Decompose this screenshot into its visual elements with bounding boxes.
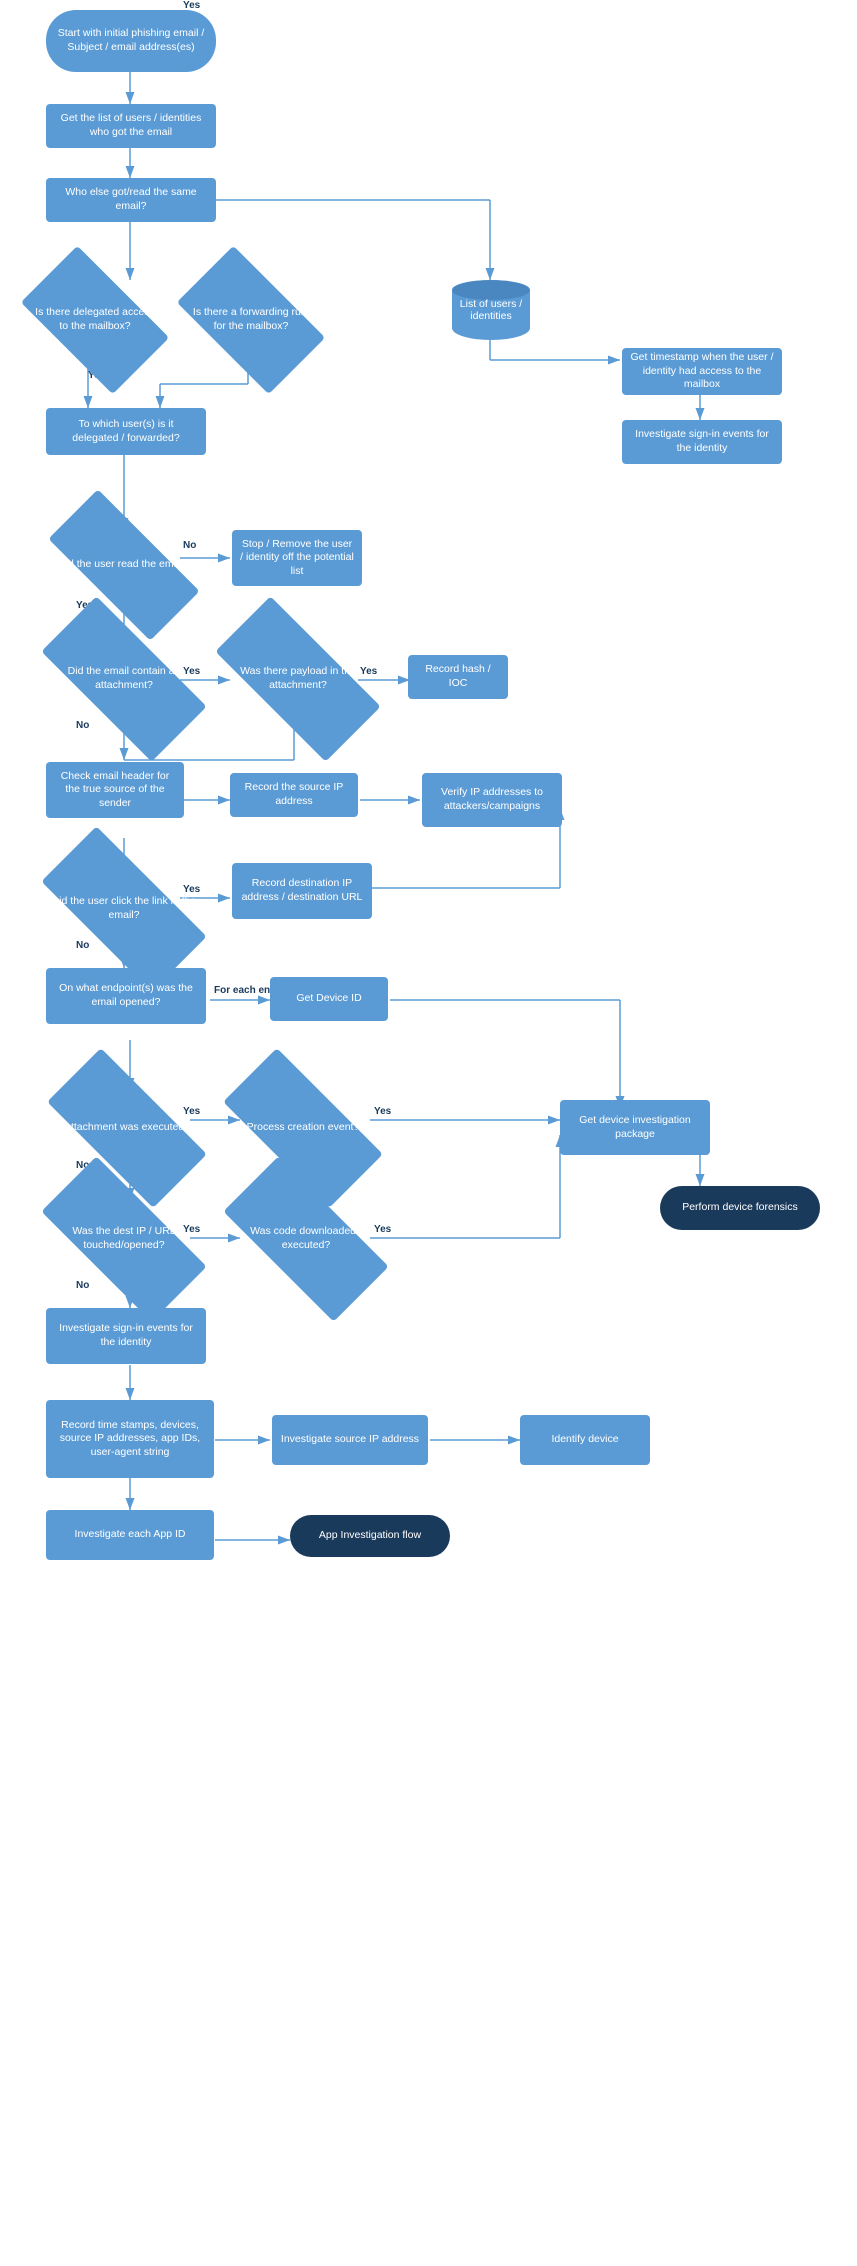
who-else-node: Who else got/read the same email?	[46, 178, 216, 222]
on-what-endpoint-node: On what endpoint(s) was the email opened…	[46, 968, 206, 1024]
investigate-signin-1-node: Investigate sign-in events for the ident…	[622, 420, 782, 464]
attachment-executed-diamond: Attachment was executed?	[52, 1090, 202, 1166]
verify-ip-node: Verify IP addresses to attackers/campaig…	[422, 773, 562, 827]
did-user-click-diamond: Did the user click the link in the email…	[46, 870, 202, 948]
get-device-package-node: Get device investigation package	[560, 1100, 710, 1155]
record-source-ip-node: Record the source IP address	[230, 773, 358, 817]
get-list-node: Get the list of users / identities who g…	[46, 104, 216, 148]
check-email-header-node: Check email header for the true source o…	[46, 762, 184, 818]
list-identities-cylinder: List of users / identities	[452, 280, 530, 340]
investigate-signin-2-node: Investigate sign-in events for the ident…	[46, 1308, 206, 1364]
flowchart-diagram: Yes Yes No Yes Yes No Yes No Yes Yes No …	[0, 0, 857, 2266]
get-timestamp-node: Get timestamp when the user / identity h…	[622, 348, 782, 395]
process-creation-diamond: Process creation event?	[228, 1090, 378, 1166]
record-timestamps-node: Record time stamps, devices, source IP a…	[46, 1400, 214, 1478]
investigate-app-id-node: Investigate each App ID	[46, 1510, 214, 1560]
to-which-users-node: To which user(s) is it delegated / forwa…	[46, 408, 206, 455]
get-device-id-node: Get Device ID	[270, 977, 388, 1021]
stop-remove-node: Stop / Remove the user / identity off th…	[232, 530, 362, 586]
app-investigation-flow-node: App Investigation flow	[290, 1515, 450, 1557]
was-dest-ip-diamond: Was the dest IP / URL touched/opened?	[46, 1200, 202, 1278]
was-payload-diamond: Was there payload in the attachment?	[220, 640, 376, 718]
forwarding-rule-diamond: Is there a forwarding rule for the mailb…	[186, 280, 316, 360]
no-label-dest-ip: No	[76, 1280, 89, 1291]
did-email-attachment-diamond: Did the email contain an attachment?	[46, 640, 202, 718]
start-node: Start with initial phishing email / Subj…	[46, 10, 216, 72]
no-label-attachment: No	[76, 720, 89, 731]
record-hash-node: Record hash / IOC	[408, 655, 508, 699]
did-user-read-diamond: Did the user read the email?	[52, 530, 196, 600]
was-code-downloaded-diamond: Was code downloaded / executed?	[228, 1200, 384, 1278]
identify-device-node: Identify device	[520, 1415, 650, 1465]
perform-forensics-node: Perform device forensics	[660, 1186, 820, 1230]
investigate-source-ip-node: Investigate source IP address	[272, 1415, 428, 1465]
delegated-access-diamond: Is there delegated access to the mailbox…	[30, 280, 160, 360]
record-dest-ip-node: Record destination IP address / destinat…	[232, 863, 372, 919]
